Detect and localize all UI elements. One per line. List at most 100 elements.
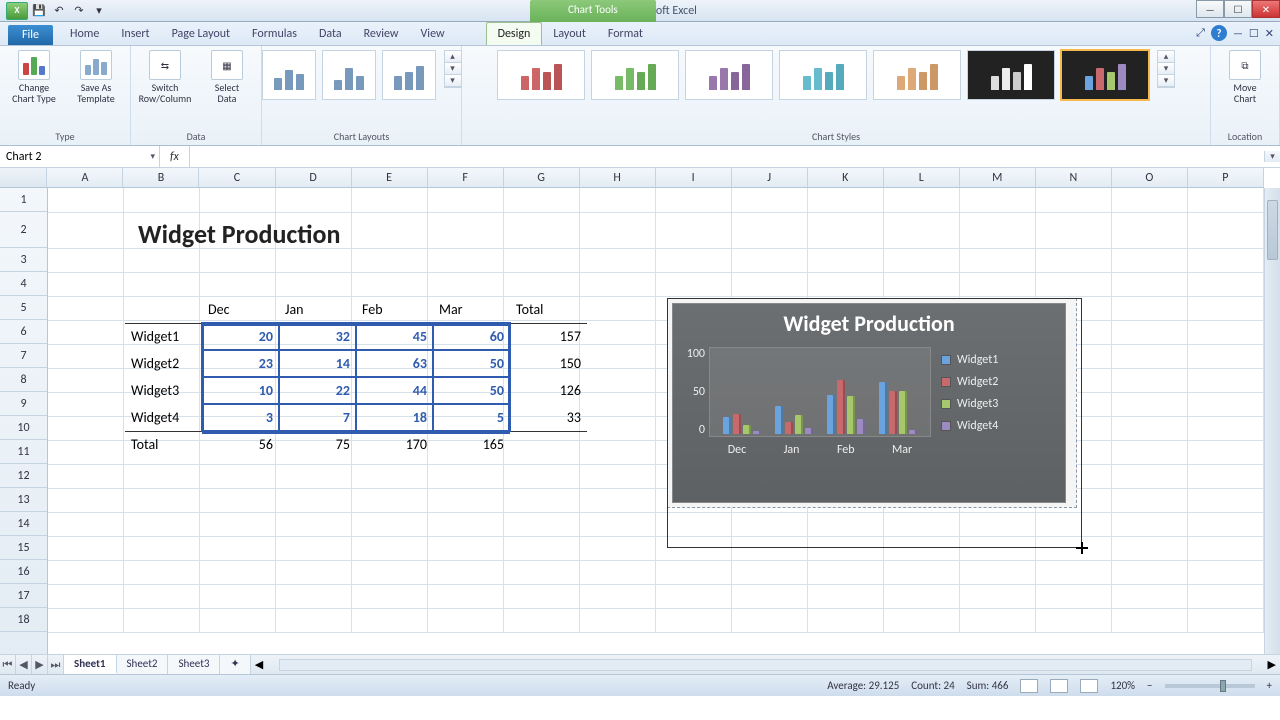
select-data-button[interactable]: ▦ Select Data [199, 50, 255, 104]
workbook-restore-icon[interactable]: ☐ [1249, 27, 1259, 40]
maximize-button[interactable]: ☐ [1224, 0, 1252, 18]
name-box[interactable]: Chart 2 ▾ [0, 146, 160, 167]
column-header[interactable]: I [656, 168, 732, 187]
sheet-prev-icon[interactable]: ◀ [16, 655, 32, 674]
sheet-tab-1[interactable]: Sheet1 [64, 655, 117, 674]
chart-style-option[interactable] [685, 50, 773, 100]
select-all-button[interactable] [0, 168, 47, 187]
row-header[interactable]: 10 [0, 416, 47, 440]
row-header[interactable]: 1 [0, 188, 47, 212]
hscroll-left-icon[interactable]: ◀ [255, 658, 263, 671]
view-normal-icon[interactable] [1020, 679, 1038, 693]
row-header[interactable]: 9 [0, 392, 47, 416]
row-header[interactable]: 18 [0, 608, 47, 632]
column-header[interactable]: N [1036, 168, 1112, 187]
chart-plot-area[interactable]: 100500 DecJanFebMar [681, 347, 931, 457]
chart-style-option-selected[interactable] [1061, 50, 1149, 100]
column-header[interactable]: M [960, 168, 1036, 187]
chart-style-option[interactable] [967, 50, 1055, 100]
column-header[interactable]: H [580, 168, 656, 187]
column-header[interactable]: L [884, 168, 960, 187]
column-header[interactable]: O [1112, 168, 1188, 187]
column-header[interactable]: C [199, 168, 275, 187]
sheet-first-icon[interactable]: ⏮ [0, 655, 16, 674]
workbook-close-icon[interactable]: ✕ [1265, 27, 1274, 40]
row-header[interactable]: 7 [0, 344, 47, 368]
column-header[interactable]: B [123, 168, 199, 187]
chart-legend[interactable]: Widget1Widget2Widget3Widget4 [941, 347, 998, 457]
ribbon-minimize-icon[interactable]: ⤢ [1196, 26, 1205, 40]
chart-style-option[interactable] [591, 50, 679, 100]
tab-insert[interactable]: Insert [110, 23, 160, 45]
tab-data[interactable]: Data [308, 23, 353, 45]
move-chart-button[interactable]: ⧉ Move Chart [1217, 50, 1273, 104]
chart-layout-option[interactable] [382, 50, 436, 100]
column-header[interactable]: A [47, 168, 123, 187]
chart-title[interactable]: Widget Production [673, 304, 1065, 347]
sheet-tab-2[interactable]: Sheet2 [117, 655, 169, 674]
column-header[interactable]: P [1188, 168, 1264, 187]
column-header[interactable]: K [808, 168, 884, 187]
zoom-in-icon[interactable]: + [1267, 679, 1272, 692]
row-header[interactable]: 11 [0, 440, 47, 464]
tab-chart-layout[interactable]: Layout [542, 23, 597, 45]
tab-view[interactable]: View [410, 23, 456, 45]
chart-style-option[interactable] [779, 50, 867, 100]
column-header[interactable]: G [504, 168, 580, 187]
chart-object[interactable]: Widget Production 100500 DecJanFebMar Wi… [667, 298, 1077, 508]
tab-format[interactable]: Format [597, 23, 654, 45]
view-page-layout-icon[interactable] [1050, 679, 1068, 693]
tab-review[interactable]: Review [353, 23, 410, 45]
minimize-button[interactable]: — [1196, 0, 1224, 18]
sheet-next-icon[interactable]: ▶ [32, 655, 48, 674]
column-header[interactable]: E [352, 168, 428, 187]
formula-bar-expand-icon[interactable]: ▾ [1264, 151, 1280, 162]
view-page-break-icon[interactable] [1080, 679, 1098, 693]
chart-layout-option[interactable] [322, 50, 376, 100]
chart-styles-scroll[interactable]: ▴▾▾ [1157, 50, 1175, 88]
row-header[interactable]: 3 [0, 248, 47, 272]
hscroll-right-icon[interactable]: ▶ [1268, 658, 1276, 671]
row-header[interactable]: 16 [0, 560, 47, 584]
horizontal-scrollbar[interactable]: ◀ ▶ [251, 655, 1280, 674]
row-header[interactable]: 12 [0, 464, 47, 488]
zoom-out-icon[interactable]: − [1147, 679, 1152, 692]
row-header[interactable]: 13 [0, 488, 47, 512]
chart-layouts-scroll[interactable]: ▴▾▾ [444, 50, 462, 88]
column-header[interactable]: D [276, 168, 352, 187]
qat-dropdown-icon[interactable]: ▾ [90, 3, 108, 19]
scrollbar-thumb[interactable] [1267, 200, 1278, 260]
chart-area[interactable]: Widget Production 100500 DecJanFebMar Wi… [672, 303, 1066, 503]
chart-style-option[interactable] [873, 50, 961, 100]
save-icon[interactable]: 💾 [30, 3, 48, 19]
tab-design[interactable]: Design [486, 22, 543, 45]
column-header[interactable]: F [428, 168, 504, 187]
save-as-template-button[interactable]: Save As Template [68, 50, 124, 104]
workbook-minimize-icon[interactable]: — [1233, 27, 1243, 40]
app-icon[interactable]: X [6, 2, 28, 20]
help-icon[interactable]: ? [1211, 25, 1227, 41]
row-header[interactable]: 6 [0, 320, 47, 344]
row-header[interactable]: 4 [0, 272, 47, 296]
zoom-slider[interactable] [1165, 684, 1255, 688]
row-header[interactable]: 17 [0, 584, 47, 608]
new-sheet-icon[interactable]: ✦ [220, 655, 250, 674]
chart-style-option[interactable] [497, 50, 585, 100]
row-header[interactable]: 8 [0, 368, 47, 392]
vertical-scrollbar[interactable] [1264, 188, 1280, 654]
name-box-dropdown-icon[interactable]: ▾ [150, 151, 155, 162]
chart-layout-option[interactable] [262, 50, 316, 100]
tab-home[interactable]: Home [59, 23, 110, 45]
undo-icon[interactable]: ↶ [50, 3, 68, 19]
switch-row-column-button[interactable]: ⇆ Switch Row/Column [137, 50, 193, 104]
column-header[interactable]: J [732, 168, 808, 187]
fx-icon[interactable]: fx [160, 146, 190, 167]
sheet-last-icon[interactable]: ⏭ [48, 655, 64, 674]
close-button[interactable]: ✕ [1252, 0, 1280, 18]
sheet-tab-3[interactable]: Sheet3 [168, 655, 220, 674]
row-header[interactable]: 15 [0, 536, 47, 560]
change-chart-type-button[interactable]: Change Chart Type [6, 50, 62, 104]
tab-formulas[interactable]: Formulas [241, 23, 308, 45]
redo-icon[interactable]: ↷ [70, 3, 88, 19]
tab-page-layout[interactable]: Page Layout [161, 23, 241, 45]
